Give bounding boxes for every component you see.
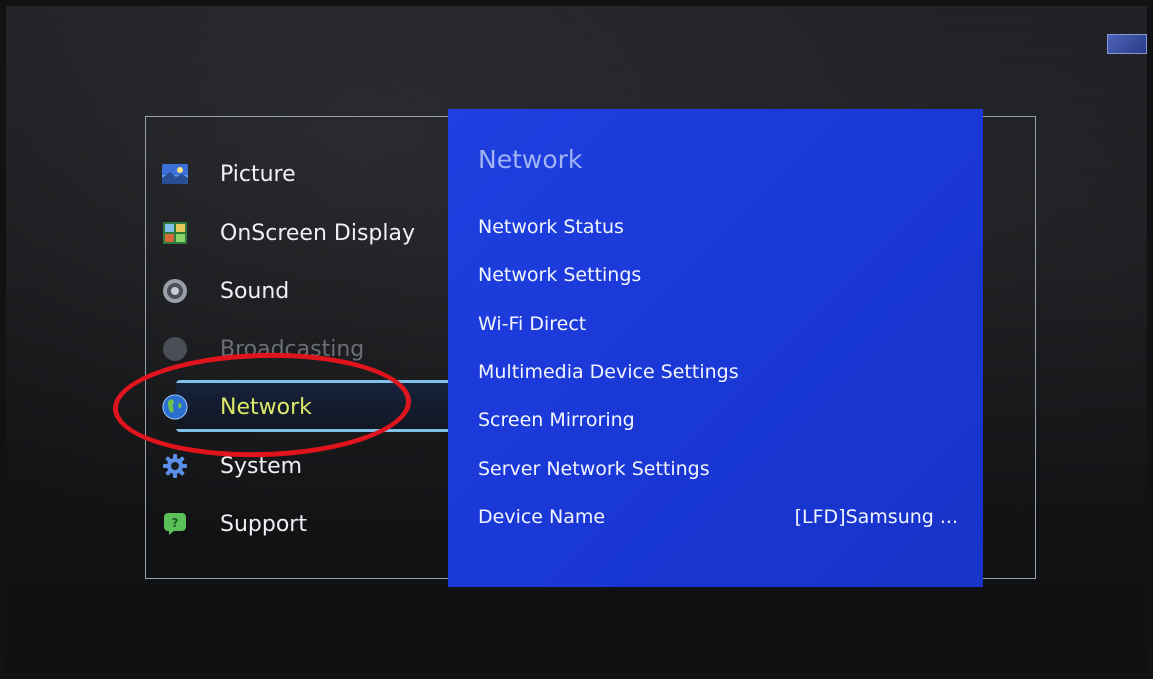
submenu-item-network-settings[interactable]: Network Settings — [478, 260, 958, 290]
submenu-item-multimedia-device-settings[interactable]: Multimedia Device Settings — [478, 357, 958, 387]
submenu-item-network-status[interactable]: Network Status — [478, 212, 958, 242]
menu-item-picture[interactable]: Picture — [162, 154, 432, 194]
broadcasting-icon — [162, 336, 188, 362]
submenu-item-server-network-settings[interactable]: Server Network Settings — [478, 454, 958, 484]
speaker-icon — [162, 278, 188, 304]
submenu-item-label: Server Network Settings — [478, 458, 710, 480]
menu-item-label: OnScreen Display — [220, 220, 415, 246]
menu-item-sound[interactable]: Sound — [162, 271, 432, 311]
menu-item-support[interactable]: ? Support — [162, 504, 432, 544]
help-icon: ? — [162, 511, 188, 537]
submenu-item-label: Network Status — [478, 216, 624, 238]
submenu-item-label: Device Name — [478, 506, 606, 528]
submenu-item-label: Wi-Fi Direct — [478, 313, 587, 335]
submenu-item-screen-mirroring[interactable]: Screen Mirroring — [478, 405, 958, 435]
source-indicator-icon — [1107, 34, 1147, 54]
submenu-item-device-name[interactable]: Device Name [LFD]Samsung ... — [478, 502, 958, 532]
menu-item-label: Sound — [220, 278, 290, 304]
device-name-value: [LFD]Samsung ... — [794, 506, 958, 528]
submenu-item-wifi-direct[interactable]: Wi-Fi Direct — [478, 309, 958, 339]
picture-icon — [162, 161, 188, 187]
submenu-item-label: Multimedia Device Settings — [478, 361, 739, 383]
menu-item-label: System — [220, 453, 303, 479]
onscreen-display-icon — [162, 220, 188, 246]
network-submenu: Network Network Status Network Settings … — [448, 109, 983, 587]
menu-item-label: Picture — [220, 161, 296, 187]
menu-item-onscreen-display[interactable]: OnScreen Display — [162, 213, 432, 253]
submenu-item-label: Screen Mirroring — [478, 409, 635, 431]
gear-icon — [162, 453, 188, 479]
svg-text:?: ? — [172, 516, 179, 530]
submenu-title: Network — [478, 145, 583, 174]
submenu-item-label: Network Settings — [478, 264, 642, 286]
menu-item-label: Support — [220, 511, 307, 537]
